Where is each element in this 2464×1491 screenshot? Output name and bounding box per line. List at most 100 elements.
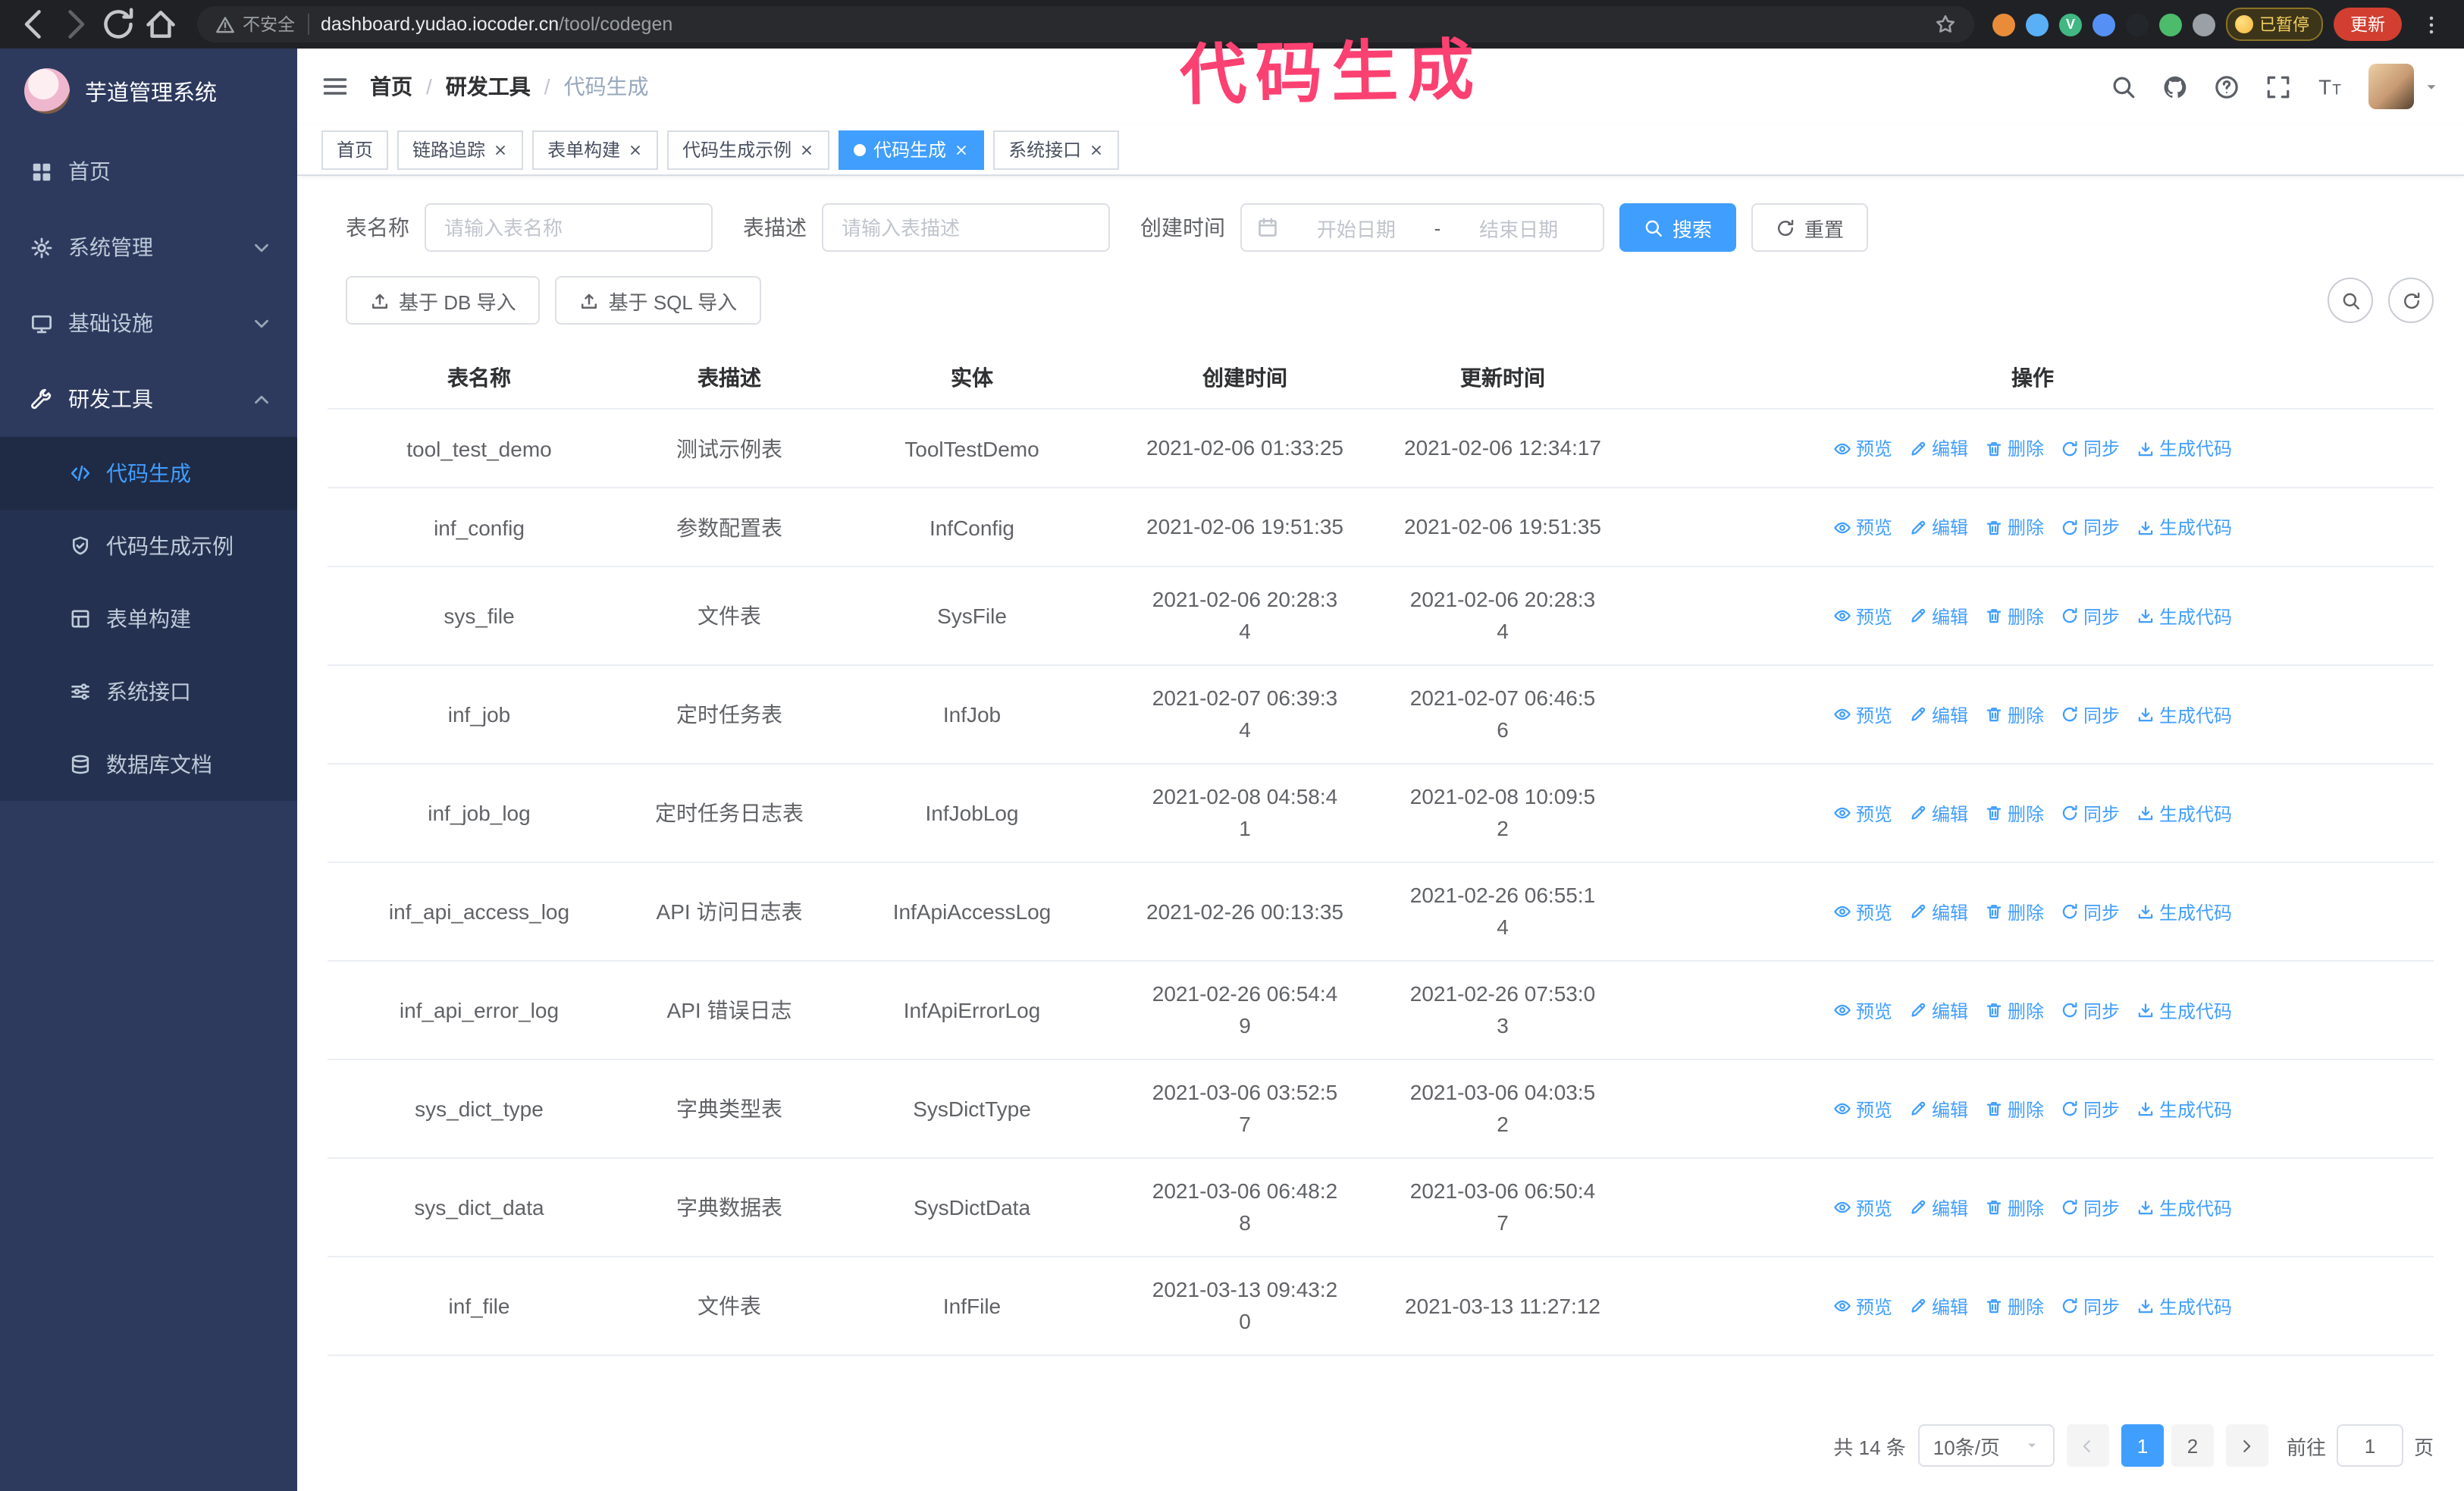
security-status[interactable]: 不安全 bbox=[215, 12, 295, 36]
action-generate[interactable]: 生成代码 bbox=[2136, 435, 2232, 461]
action-sync[interactable]: 同步 bbox=[2061, 997, 2120, 1023]
action-generate[interactable]: 生成代码 bbox=[2136, 514, 2232, 540]
sidebar-item-infra[interactable]: 基础设施 bbox=[0, 285, 297, 361]
action-sync[interactable]: 同步 bbox=[2061, 800, 2120, 826]
action-edit[interactable]: 编辑 bbox=[1909, 603, 1968, 629]
action-sync[interactable]: 同步 bbox=[2061, 1096, 2120, 1122]
action-preview[interactable]: 预览 bbox=[1833, 800, 1892, 826]
sidebar-item-system[interactable]: 系统管理 bbox=[0, 209, 297, 285]
reload-icon[interactable] bbox=[100, 6, 136, 42]
action-edit[interactable]: 编辑 bbox=[1909, 997, 1968, 1023]
sidebar-item-form-builder[interactable]: 表单构建 bbox=[0, 582, 297, 655]
sidebar-toggle-icon[interactable] bbox=[321, 73, 349, 100]
extension-icon[interactable] bbox=[2193, 13, 2215, 36]
tab-home[interactable]: 首页 bbox=[321, 130, 389, 169]
action-generate[interactable]: 生成代码 bbox=[2136, 997, 2232, 1023]
home-icon[interactable] bbox=[143, 6, 179, 42]
tab-system-api[interactable]: 系统接口 bbox=[993, 130, 1120, 169]
action-generate[interactable]: 生成代码 bbox=[2136, 603, 2232, 629]
action-delete[interactable]: 删除 bbox=[1985, 800, 2044, 826]
action-sync[interactable]: 同步 bbox=[2061, 603, 2120, 629]
update-button[interactable]: 更新 bbox=[2334, 8, 2402, 41]
reset-button[interactable]: 重置 bbox=[1751, 203, 1869, 252]
import-sql-button[interactable]: 基于 SQL 导入 bbox=[555, 276, 762, 325]
action-sync[interactable]: 同步 bbox=[2061, 1194, 2120, 1220]
prev-page-button[interactable] bbox=[2066, 1424, 2109, 1467]
toggle-search-button[interactable] bbox=[2328, 278, 2373, 323]
chrome-menu-icon[interactable] bbox=[2412, 6, 2449, 42]
action-generate[interactable]: 生成代码 bbox=[2136, 800, 2232, 826]
close-icon[interactable] bbox=[799, 142, 814, 157]
action-edit[interactable]: 编辑 bbox=[1909, 435, 1968, 461]
bookmark-star-icon[interactable] bbox=[1935, 14, 1956, 35]
page-size-select[interactable]: 10条/页 bbox=[1917, 1424, 2055, 1467]
action-preview[interactable]: 预览 bbox=[1833, 435, 1892, 461]
sidebar-item-home[interactable]: 首页 bbox=[0, 133, 297, 209]
table-name-input[interactable] bbox=[425, 203, 713, 252]
search-button[interactable]: 搜索 bbox=[1619, 203, 1737, 252]
breadcrumb-item[interactable]: 研发工具 bbox=[446, 71, 531, 102]
import-db-button[interactable]: 基于 DB 导入 bbox=[346, 276, 541, 325]
tab-codegen-example[interactable]: 代码生成示例 bbox=[667, 130, 830, 169]
action-sync[interactable]: 同步 bbox=[2061, 899, 2120, 924]
extension-icon[interactable] bbox=[1992, 13, 2015, 36]
back-icon[interactable] bbox=[15, 6, 52, 42]
sidebar-item-devtools[interactable]: 研发工具 bbox=[0, 361, 297, 437]
fullscreen-icon[interactable] bbox=[2265, 74, 2291, 99]
github-icon[interactable] bbox=[2162, 74, 2188, 99]
action-delete[interactable]: 删除 bbox=[1985, 1194, 2044, 1220]
search-icon[interactable] bbox=[2111, 74, 2136, 99]
tab-trace[interactable]: 链路追踪 bbox=[397, 130, 524, 169]
user-avatar[interactable] bbox=[2368, 64, 2440, 109]
action-delete[interactable]: 删除 bbox=[1985, 435, 2044, 461]
action-generate[interactable]: 生成代码 bbox=[2136, 1293, 2232, 1319]
extension-icon[interactable] bbox=[2126, 13, 2149, 36]
action-preview[interactable]: 预览 bbox=[1833, 1096, 1892, 1122]
close-icon[interactable] bbox=[954, 142, 969, 157]
address-bar[interactable]: 不安全 dashboard.yudao.iocoder.cn/tool/code… bbox=[197, 6, 1974, 42]
action-edit[interactable]: 编辑 bbox=[1909, 1194, 1968, 1220]
action-preview[interactable]: 预览 bbox=[1833, 1293, 1892, 1319]
action-delete[interactable]: 删除 bbox=[1985, 1293, 2044, 1319]
action-edit[interactable]: 编辑 bbox=[1909, 514, 1968, 540]
action-generate[interactable]: 生成代码 bbox=[2136, 899, 2232, 924]
action-sync[interactable]: 同步 bbox=[2061, 514, 2120, 540]
create-time-range-picker[interactable]: 开始日期 - 结束日期 bbox=[1240, 203, 1604, 252]
action-delete[interactable]: 删除 bbox=[1985, 702, 2044, 727]
action-delete[interactable]: 删除 bbox=[1985, 997, 2044, 1023]
table-desc-input[interactable] bbox=[822, 203, 1110, 252]
extension-icon[interactable] bbox=[2159, 13, 2182, 36]
goto-page-input[interactable] bbox=[2336, 1424, 2403, 1467]
action-edit[interactable]: 编辑 bbox=[1909, 1293, 1968, 1319]
action-edit[interactable]: 编辑 bbox=[1909, 800, 1968, 826]
sidebar-item-codegen-example[interactable]: 代码生成示例 bbox=[0, 510, 297, 582]
action-preview[interactable]: 预览 bbox=[1833, 603, 1892, 629]
action-preview[interactable]: 预览 bbox=[1833, 997, 1892, 1023]
close-icon[interactable] bbox=[493, 142, 508, 157]
action-generate[interactable]: 生成代码 bbox=[2136, 1096, 2232, 1122]
action-delete[interactable]: 删除 bbox=[1985, 514, 2044, 540]
refresh-table-button[interactable] bbox=[2388, 278, 2434, 323]
extension-icon[interactable] bbox=[2093, 13, 2115, 36]
action-sync[interactable]: 同步 bbox=[2061, 435, 2120, 461]
action-edit[interactable]: 编辑 bbox=[1909, 899, 1968, 924]
sidebar-item-system-api[interactable]: 系统接口 bbox=[0, 655, 297, 728]
action-edit[interactable]: 编辑 bbox=[1909, 1096, 1968, 1122]
font-size-icon[interactable]: TT bbox=[2317, 74, 2343, 99]
page-button-2[interactable]: 2 bbox=[2171, 1424, 2214, 1467]
tab-codegen[interactable]: 代码生成 bbox=[839, 130, 985, 169]
action-delete[interactable]: 删除 bbox=[1985, 1096, 2044, 1122]
forward-icon[interactable] bbox=[58, 6, 94, 42]
paused-badge[interactable]: 已暂停 bbox=[2226, 8, 2323, 41]
breadcrumb-item[interactable]: 首页 bbox=[370, 71, 412, 102]
extension-icon[interactable] bbox=[2026, 13, 2049, 36]
action-preview[interactable]: 预览 bbox=[1833, 1194, 1892, 1220]
action-generate[interactable]: 生成代码 bbox=[2136, 1194, 2232, 1220]
action-edit[interactable]: 编辑 bbox=[1909, 702, 1968, 727]
page-button-1[interactable]: 1 bbox=[2121, 1424, 2164, 1467]
sidebar-item-codegen[interactable]: 代码生成 bbox=[0, 437, 297, 510]
sidebar-item-db-doc[interactable]: 数据库文档 bbox=[0, 728, 297, 801]
action-sync[interactable]: 同步 bbox=[2061, 702, 2120, 727]
action-sync[interactable]: 同步 bbox=[2061, 1293, 2120, 1319]
action-preview[interactable]: 预览 bbox=[1833, 702, 1892, 727]
